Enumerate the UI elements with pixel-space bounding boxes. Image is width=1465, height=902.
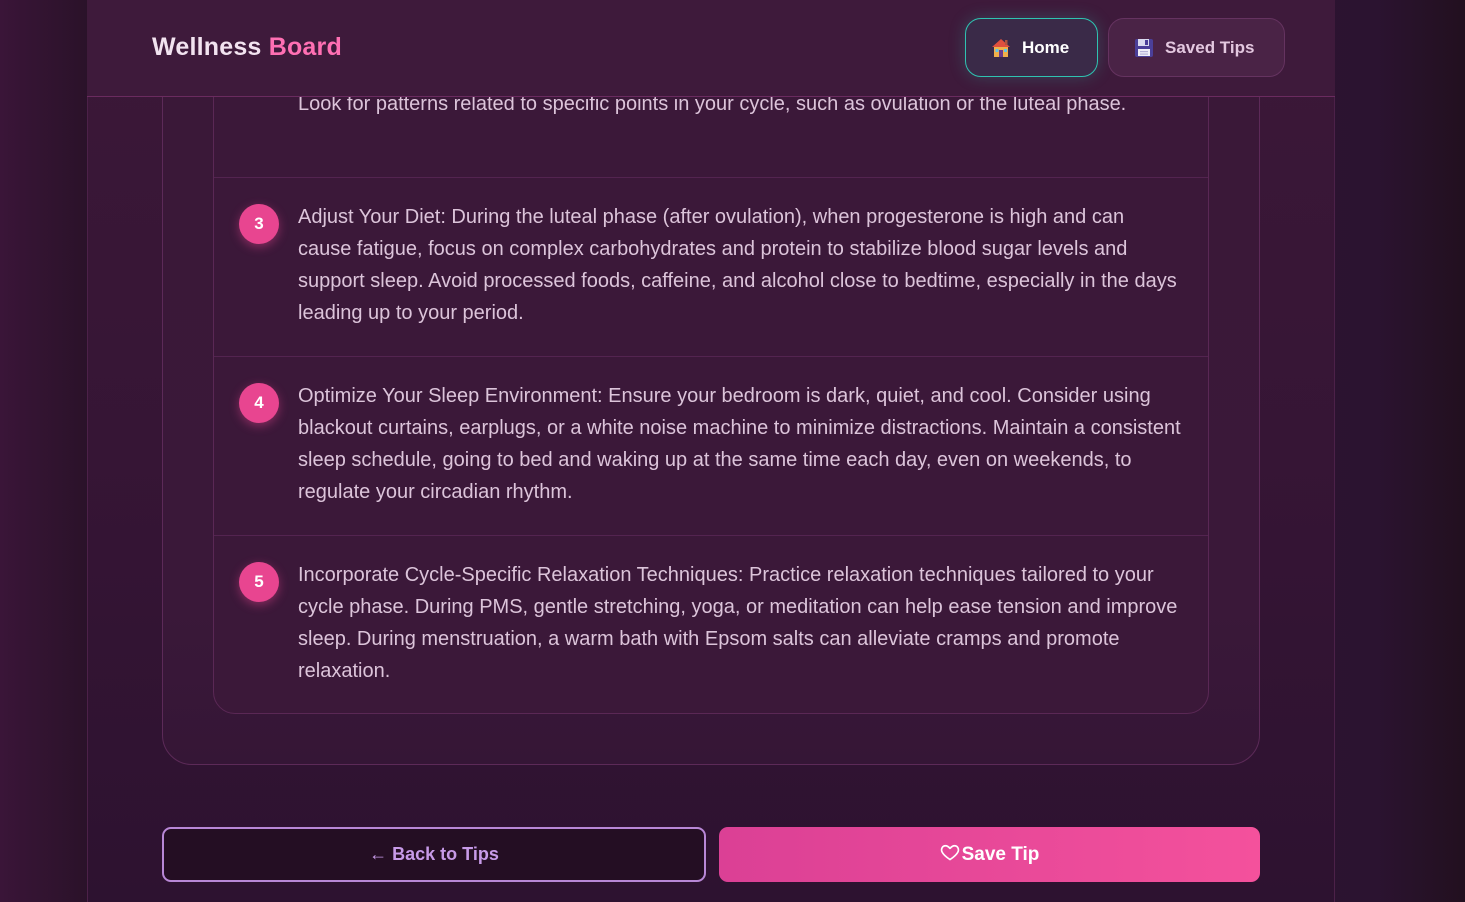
brand-logo[interactable]: Wellness Board <box>152 33 342 62</box>
list-item: 3 Adjust Your Diet: During the luteal ph… <box>214 177 1208 356</box>
list-item: 5 Incorporate Cycle-Specific Relaxation … <box>214 535 1208 713</box>
nav-home-label: Home <box>1022 37 1070 57</box>
tip-steps-list: Look for patterns related to specific po… <box>213 0 1209 714</box>
nav-home-button[interactable]: Home <box>965 18 1098 77</box>
list-item: 4 Optimize Your Sleep Environment: Ensur… <box>214 356 1208 535</box>
step-number-badge: 3 <box>239 204 279 244</box>
floppy-disk-icon <box>1133 37 1155 59</box>
step-number-badge: 4 <box>239 383 279 423</box>
step-3-text: Adjust Your Diet: During the luteal phas… <box>298 206 1177 324</box>
step-number-badge: 5 <box>239 562 279 602</box>
brand-name-part2: Board <box>268 33 342 61</box>
house-icon <box>990 37 1012 59</box>
heart-icon <box>940 842 960 862</box>
back-to-tips-button[interactable]: ← Back to Tips <box>162 827 706 882</box>
save-tip-label: Save Tip <box>961 843 1040 865</box>
brand-name-part1: Wellness <box>152 33 262 61</box>
save-tip-button[interactable]: Save Tip <box>719 827 1260 882</box>
nav-saved-tips-label: Saved Tips <box>1165 37 1255 57</box>
step-4-text: Optimize Your Sleep Environment: Ensure … <box>298 385 1181 503</box>
back-to-tips-label: ← Back to Tips <box>369 844 499 864</box>
top-header: Wellness Board Home Saved Tips <box>87 0 1335 97</box>
step-5-text: Incorporate Cycle-Specific Relaxation Te… <box>298 564 1178 682</box>
nav-saved-tips-button[interactable]: Saved Tips <box>1108 18 1285 77</box>
